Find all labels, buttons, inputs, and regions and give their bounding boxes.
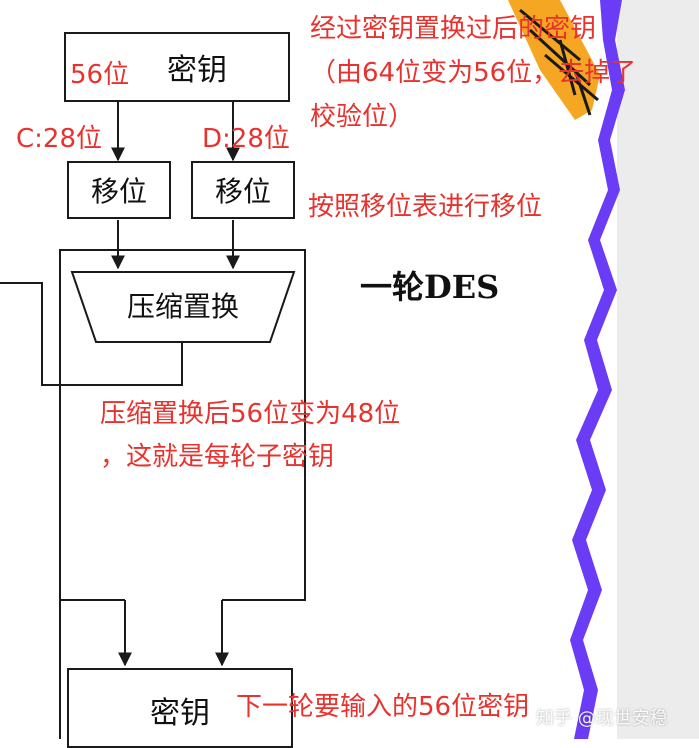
d-half-note: D:28位 (202, 124, 290, 154)
permuted-key-note-2: （由64位变为56位，去掉了 (310, 58, 637, 88)
c-half-note: C:28位 (16, 124, 102, 154)
permuted-key-note-1: 经过密钥置换过后的密钥 (310, 14, 597, 44)
permuted-key-note-3: 校验位） (310, 102, 415, 132)
key-bits-note: 56位 (70, 60, 130, 90)
bottom-key-label: 密钥 (150, 696, 210, 731)
watermark: 知乎 @现世安稳 (536, 708, 668, 729)
shift-box-left: 移位 (67, 161, 171, 219)
shift-note: 按照移位表进行移位 (308, 192, 543, 222)
compress-note-2: ，这就是每轮子密钥 (100, 442, 335, 472)
next-round-note: 下一轮要输入的56位密钥 (236, 692, 530, 722)
shift-left-label: 移位 (90, 175, 147, 208)
shift-box-right: 移位 (191, 161, 295, 219)
compress-label: 压缩置换 (126, 290, 239, 323)
round-title: 一轮DES (360, 268, 500, 306)
right-panel (617, 0, 699, 739)
compress-note-1: 压缩置换后56位变为48位 (100, 399, 401, 429)
shift-right-label: 移位 (214, 175, 271, 208)
top-key-label: 密钥 (167, 53, 227, 88)
